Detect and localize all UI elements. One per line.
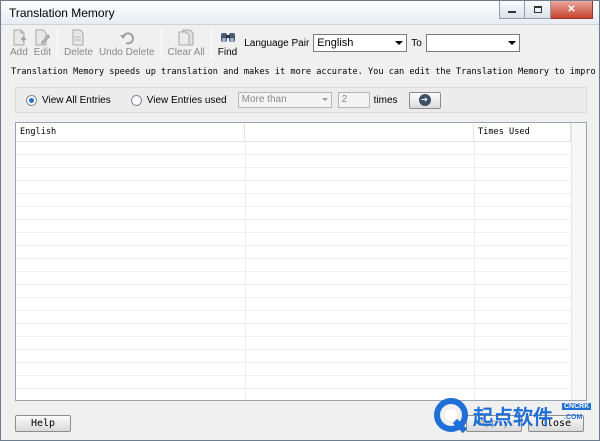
edit-doc-icon [35,29,51,46]
comparison-value: More than [241,94,287,105]
description-text: Translation Memory speeds up translation… [11,67,596,77]
table-row [16,337,571,350]
table-header: English Times Used [16,123,586,142]
filter-bar: View All Entries View Entries used More … [15,87,587,113]
close-button[interactable]: ✕ [551,1,593,19]
undo-icon [119,32,134,45]
count-value: 2 [341,94,348,105]
add-button[interactable]: Add [7,28,31,60]
arrow-right-icon: ➔ [418,94,431,106]
table-row [16,363,571,376]
view-used-label: View Entries used [146,94,227,106]
table-row [16,233,571,246]
view-used-option[interactable]: View Entries used [130,94,227,106]
view-all-radio[interactable] [26,94,37,106]
watermark-swirl-icon [434,398,468,434]
language-pair-label: Language Pair [244,38,310,49]
apply-filter-button[interactable]: ➔ [408,91,441,109]
target-language-select[interactable] [425,34,520,52]
translation-memory-window: Translation Memory ✕ Add Edit Delete Und… [0,0,600,441]
chevron-down-icon [321,98,328,101]
table-row [16,142,571,155]
column-header-target[interactable] [245,123,474,142]
help-label: Help [30,418,56,429]
table-row [16,246,571,259]
to-label: To [411,38,422,49]
table-row [16,181,571,194]
delete-button[interactable]: Delete [61,28,96,60]
times-label: times [373,94,398,106]
clear-all-button[interactable]: Clear All [165,28,208,60]
add-label: Add [10,47,28,58]
toolbar-separator [210,30,212,58]
binoculars-icon [220,33,235,42]
table-row [16,272,571,285]
watermark-domain: .COM [564,414,583,421]
chevron-down-icon [507,41,516,45]
source-language-value: English [317,37,354,49]
help-button[interactable]: Help [15,415,71,432]
table-row [16,376,571,389]
undo-delete-label: Undo Delete [98,47,155,58]
table-body [16,142,571,400]
maximize-icon [533,6,542,13]
table-row [16,207,571,220]
table-row [16,350,571,363]
table-row [16,155,571,168]
table-row [16,194,571,207]
table-row [16,311,571,324]
delete-label: Delete [64,47,93,58]
vertical-scrollbar[interactable] [571,123,586,400]
add-doc-icon [13,29,26,46]
column-header-times-used[interactable]: Times Used [474,123,571,142]
window-title: Translation Memory [9,6,115,20]
watermark-logo: 起点软件 CNCRK .COM [433,391,598,439]
count-input[interactable]: 2 [337,92,370,108]
chevron-down-icon [395,41,404,45]
column-header-english[interactable]: English [16,123,245,142]
edit-label: Edit [33,47,52,58]
view-used-radio[interactable] [130,94,142,106]
minimize-icon [508,11,516,13]
find-label: Find [217,47,238,58]
table-row [16,285,571,298]
table-row [16,259,571,272]
toolbar-separator [57,30,59,58]
view-all-option[interactable]: View All Entries [26,94,111,106]
view-all-label: View All Entries [42,94,111,106]
watermark-badge: CNCRK [562,403,592,410]
table-row [16,220,571,233]
window-controls: ✕ [499,1,593,19]
memory-table[interactable]: English Times Used [15,122,587,401]
undo-delete-button[interactable]: Undo Delete [96,28,158,60]
delete-doc-icon [72,29,84,46]
title-bar[interactable]: Translation Memory ✕ [1,1,599,25]
table-row [16,324,571,337]
clear-all-icon [178,29,194,46]
table-row [16,168,571,181]
table-row [16,298,571,311]
find-button[interactable]: Find [215,28,240,60]
comparison-select[interactable]: More than [237,92,332,108]
maximize-button[interactable] [525,1,551,19]
minimize-button[interactable] [499,1,525,19]
toolbar-separator [160,30,162,58]
clear-all-label: Clear All [167,47,205,58]
edit-button[interactable]: Edit [31,28,54,60]
toolbar: Add Edit Delete Undo Delete Clear All Fi… [7,28,593,60]
close-icon: ✕ [567,4,576,15]
source-language-select[interactable]: English [313,34,408,52]
watermark-text: 起点软件 [473,405,553,429]
